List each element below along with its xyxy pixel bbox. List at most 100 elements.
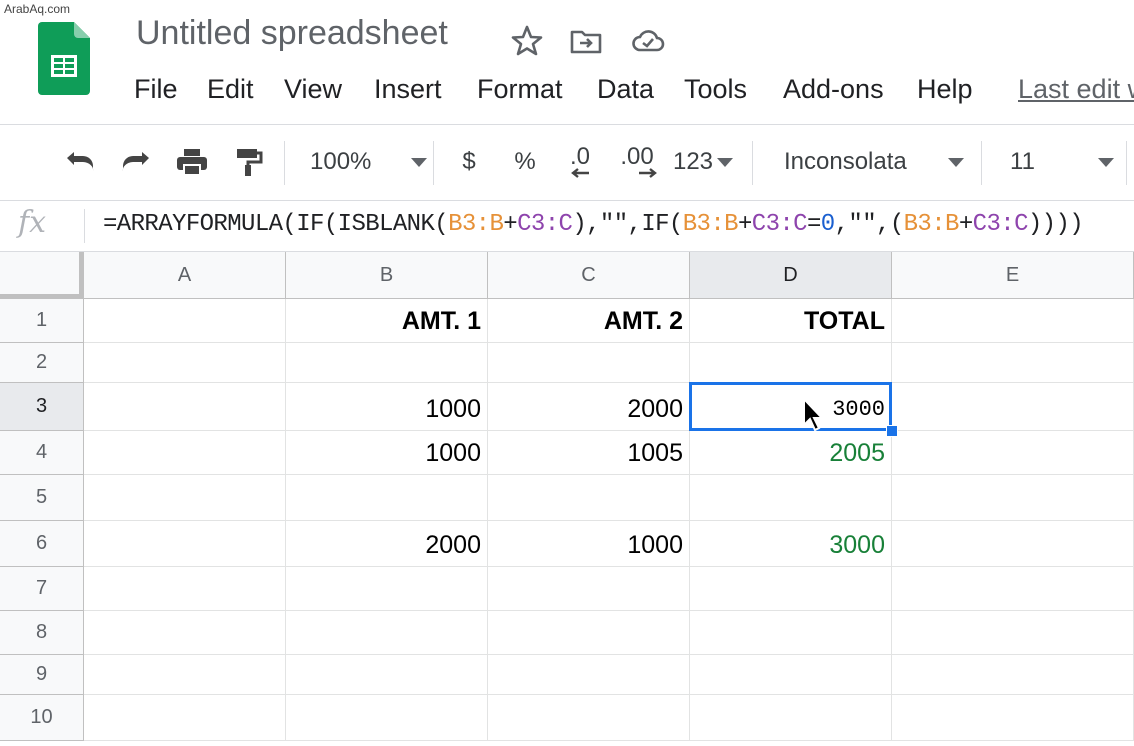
sheets-logo[interactable]	[38, 22, 90, 95]
row-header-3[interactable]: 3	[0, 383, 84, 431]
increase-decimal-label: .00	[620, 143, 654, 170]
document-title[interactable]: Untitled spreadsheet	[136, 14, 448, 53]
arrow-left-icon	[571, 168, 589, 178]
row-header-2[interactable]: 2	[0, 343, 84, 383]
menu-addons[interactable]: Add-ons	[783, 74, 884, 105]
cell-e1[interactable]	[892, 299, 1134, 343]
menu-edit[interactable]: Edit	[207, 74, 254, 105]
zoom-select[interactable]: 100%	[310, 143, 428, 181]
cell-e10[interactable]	[892, 695, 1134, 741]
cell-e2[interactable]	[892, 343, 1134, 383]
cell-a2[interactable]	[84, 343, 286, 383]
row-header-7[interactable]: 7	[0, 567, 84, 611]
row-header-6[interactable]: 6	[0, 521, 84, 567]
cell-a8[interactable]	[84, 611, 286, 655]
row-header-5[interactable]: 5	[0, 475, 84, 521]
cell-b9[interactable]	[286, 655, 488, 695]
cell-a6[interactable]	[84, 521, 286, 567]
cell-b10[interactable]	[286, 695, 488, 741]
cell-e6[interactable]	[892, 521, 1134, 567]
cell-c8[interactable]	[488, 611, 690, 655]
menu-data[interactable]: Data	[597, 74, 654, 105]
cell-c3[interactable]: 2000	[488, 383, 690, 431]
cell-c4[interactable]: 1005	[488, 431, 690, 475]
cell-b5[interactable]	[286, 475, 488, 521]
cell-a3[interactable]	[84, 383, 286, 431]
row-header-9[interactable]: 9	[0, 655, 84, 695]
row-header-8[interactable]: 8	[0, 611, 84, 655]
cell-d10[interactable]	[690, 695, 892, 741]
cell-d1[interactable]: TOTAL	[690, 299, 892, 343]
column-header-a[interactable]: A	[84, 252, 286, 299]
cell-c9[interactable]	[488, 655, 690, 695]
currency-format-button[interactable]: $	[454, 143, 484, 181]
cell-d6[interactable]: 3000	[690, 521, 892, 567]
cell-e5[interactable]	[892, 475, 1134, 521]
row-header-1[interactable]: 1	[0, 299, 84, 343]
more-formats-select[interactable]: 123	[672, 143, 734, 181]
row-header-10[interactable]: 10	[0, 695, 84, 741]
cell-e7[interactable]	[892, 567, 1134, 611]
cell-d3[interactable]: 3000	[690, 383, 892, 431]
undo-button[interactable]	[60, 143, 100, 181]
select-all-corner[interactable]	[0, 252, 84, 299]
cell-d2[interactable]	[690, 343, 892, 383]
cell-b8[interactable]	[286, 611, 488, 655]
last-edit-link[interactable]: Last edit w	[1018, 74, 1134, 105]
cell-d4[interactable]: 2005	[690, 431, 892, 475]
menu-file[interactable]: File	[134, 74, 178, 105]
cell-a4[interactable]	[84, 431, 286, 475]
cell-e8[interactable]	[892, 611, 1134, 655]
cell-e4[interactable]	[892, 431, 1134, 475]
cell-a1[interactable]	[84, 299, 286, 343]
cell-c7[interactable]	[488, 567, 690, 611]
cell-a7[interactable]	[84, 567, 286, 611]
menu-view[interactable]: View	[284, 74, 342, 105]
cell-c1[interactable]: AMT. 2	[488, 299, 690, 343]
move-to-folder-icon[interactable]	[569, 24, 603, 58]
cell-b2[interactable]	[286, 343, 488, 383]
cell-e3[interactable]	[892, 383, 1134, 431]
cell-a9[interactable]	[84, 655, 286, 695]
cell-c2[interactable]	[488, 343, 690, 383]
cell-b6[interactable]: 2000	[286, 521, 488, 567]
cell-e9[interactable]	[892, 655, 1134, 695]
menu-insert[interactable]: Insert	[374, 74, 442, 105]
cloud-saved-icon[interactable]	[631, 24, 665, 58]
star-icon[interactable]	[510, 24, 544, 58]
formula-token: ,"",(	[834, 211, 905, 238]
column-header-c[interactable]: C	[488, 252, 690, 299]
column-header-e[interactable]: E	[892, 252, 1134, 299]
menu-tools[interactable]: Tools	[684, 74, 747, 105]
cell-b7[interactable]	[286, 567, 488, 611]
paint-format-button[interactable]	[228, 143, 268, 181]
menu-help[interactable]: Help	[917, 74, 973, 105]
cell-a5[interactable]	[84, 475, 286, 521]
cell-b3[interactable]: 1000	[286, 383, 488, 431]
fill-handle[interactable]	[886, 425, 898, 437]
more-formats-label: 123	[672, 148, 714, 175]
percent-format-button[interactable]: %	[510, 143, 540, 181]
cell-c10[interactable]	[488, 695, 690, 741]
cell-c6[interactable]: 1000	[488, 521, 690, 567]
cell-d5[interactable]	[690, 475, 892, 521]
column-header-b[interactable]: B	[286, 252, 488, 299]
cell-d8[interactable]	[690, 611, 892, 655]
redo-button[interactable]	[116, 143, 156, 181]
cell-b1[interactable]: AMT. 1	[286, 299, 488, 343]
row-header-4[interactable]: 4	[0, 431, 84, 475]
font-size-select[interactable]: 11	[1010, 143, 1114, 181]
increase-decimal-button[interactable]: .00	[614, 143, 660, 181]
decrease-decimal-button[interactable]: .0	[560, 143, 600, 181]
formula-input[interactable]: =ARRAYFORMULA(IF(ISBLANK(B3:B+C3:C),"",I…	[103, 211, 1084, 238]
cell-d7[interactable]	[690, 567, 892, 611]
cell-a10[interactable]	[84, 695, 286, 741]
cell-c5[interactable]	[488, 475, 690, 521]
menu-format[interactable]: Format	[477, 74, 563, 105]
font-size-value: 11	[1010, 148, 1035, 175]
font-select[interactable]: Inconsolata	[784, 143, 964, 181]
print-button[interactable]	[172, 143, 212, 181]
column-header-d[interactable]: D	[690, 252, 892, 299]
cell-d9[interactable]	[690, 655, 892, 695]
cell-b4[interactable]: 1000	[286, 431, 488, 475]
